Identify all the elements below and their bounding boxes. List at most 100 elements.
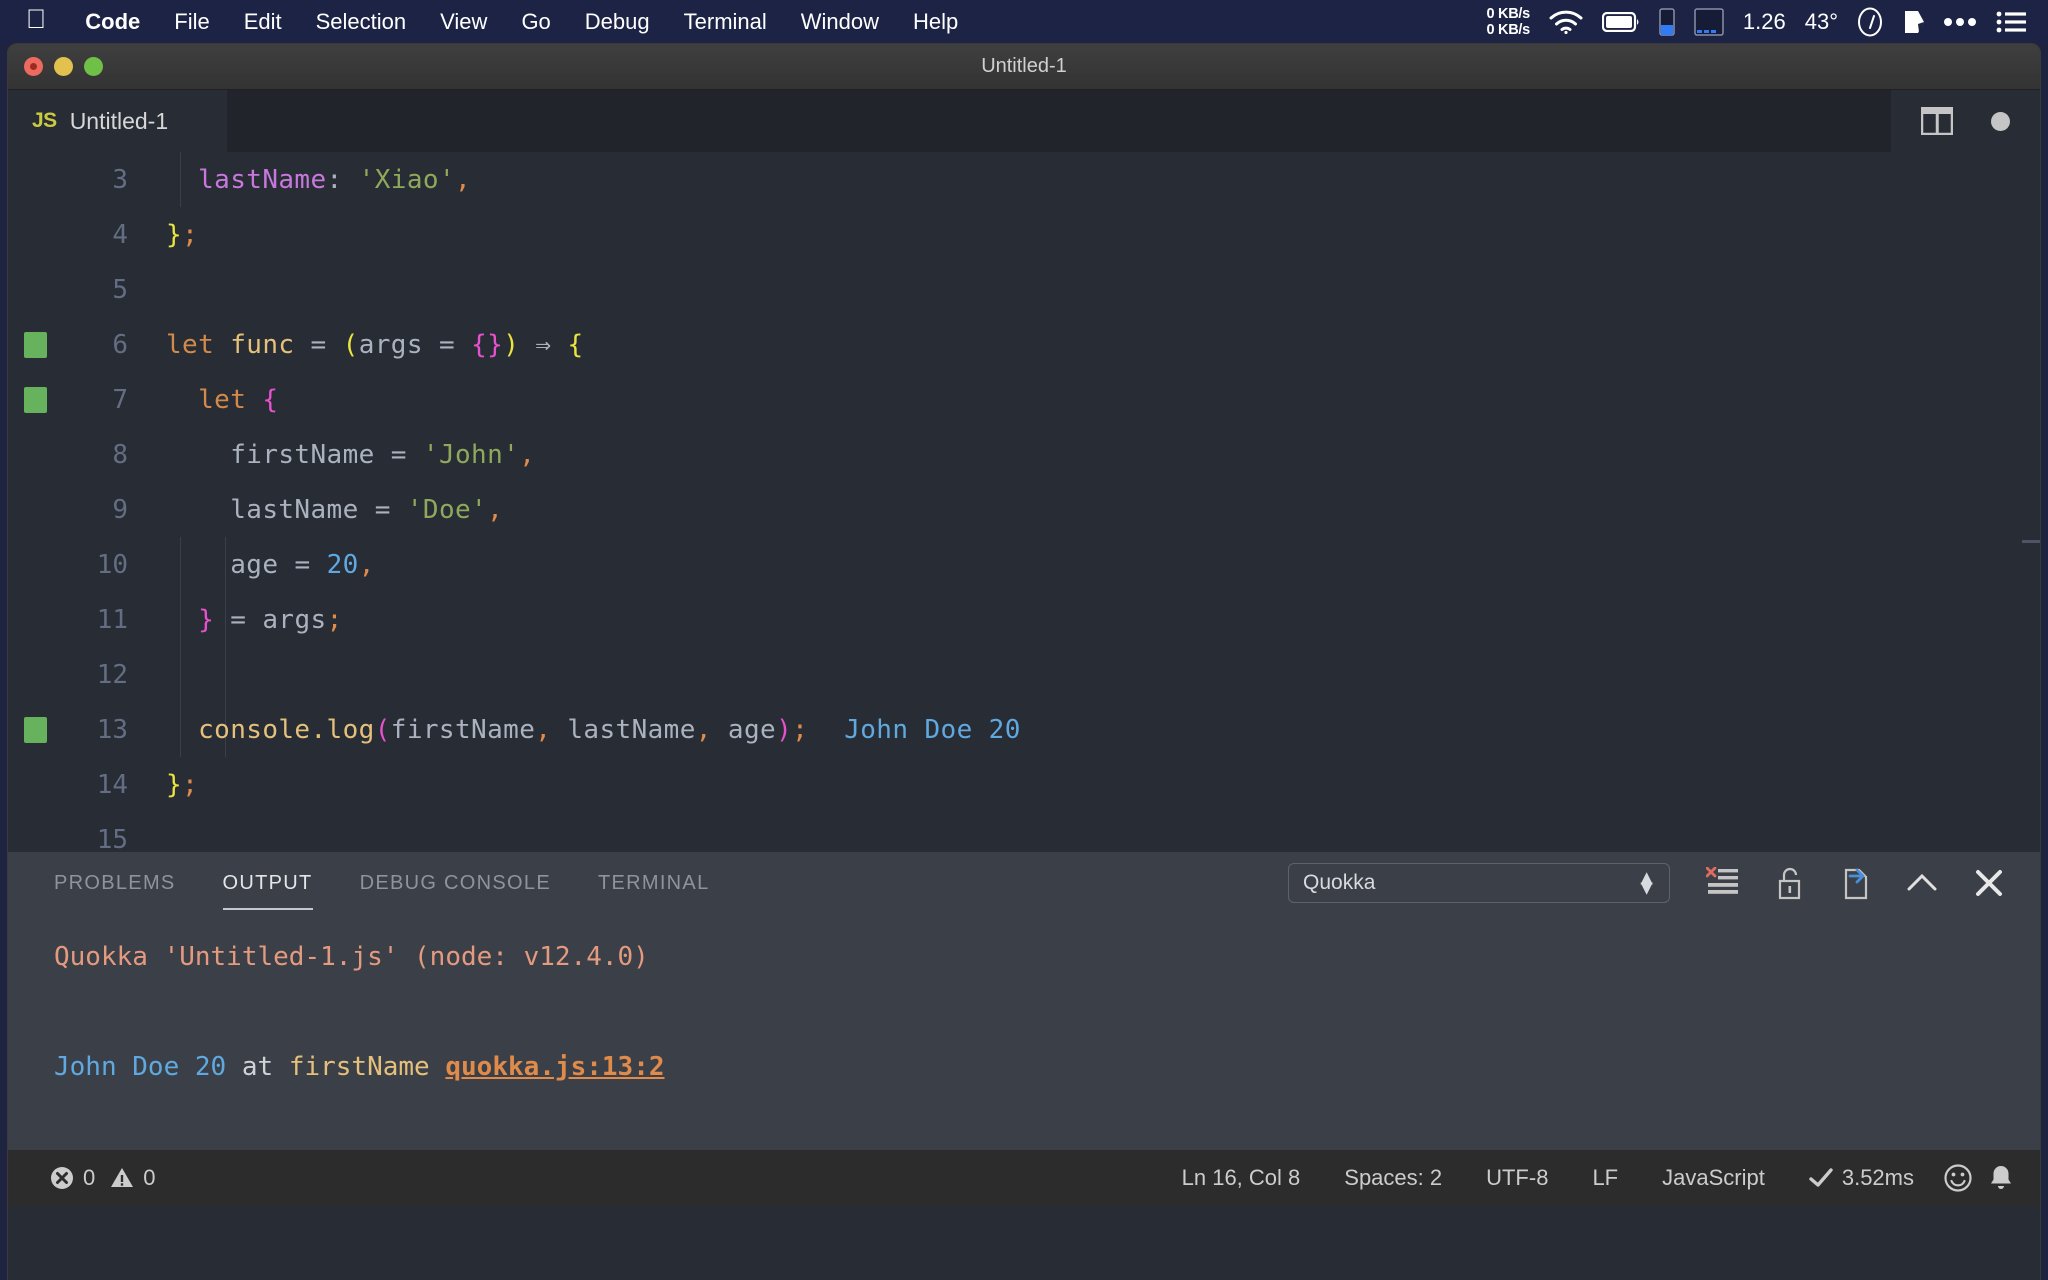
chevron-updown-icon: ▲ ▼: [1636, 866, 1657, 900]
close-panel-icon[interactable]: [1974, 868, 2004, 898]
system-load-value[interactable]: 1.26: [1743, 9, 1786, 35]
status-encoding[interactable]: UTF-8: [1472, 1165, 1562, 1191]
token-paren: ): [503, 329, 520, 360]
code-text: let {: [128, 385, 278, 415]
status-problems[interactable]: 0 0: [36, 1165, 170, 1191]
menu-item-debug[interactable]: Debug: [568, 9, 667, 35]
menu-item-file[interactable]: File: [157, 9, 226, 35]
unlock-scroll-icon[interactable]: [1776, 866, 1804, 900]
token-colon: :: [326, 164, 343, 195]
wifi-icon[interactable]: [1549, 10, 1583, 34]
apple-logo-icon[interactable]: : [0, 5, 68, 33]
menu-item-view[interactable]: View: [423, 9, 504, 35]
code-line[interactable]: 7 let {: [8, 372, 2040, 427]
unsaved-dot-icon[interactable]: [1991, 111, 2010, 131]
panel-tab-debug-console[interactable]: DEBUG CONSOLE: [360, 866, 551, 901]
menu-item-selection[interactable]: Selection: [299, 9, 424, 35]
code-line[interactable]: 6 let func = (args = {}) ⇒ {: [8, 317, 2040, 372]
code-text: };: [128, 770, 198, 800]
gutter-decoration: [8, 386, 54, 413]
code-text: } = args;: [128, 605, 343, 635]
token-identifier: args: [262, 604, 327, 635]
code-text: lastName: 'Xiao',: [128, 165, 471, 195]
output-panel-content[interactable]: Quokka 'Untitled-1.js' (node: v12.4.0) J…: [8, 914, 2040, 1150]
output-source-link[interactable]: quokka.js:13:2: [445, 1052, 664, 1082]
maximize-panel-icon[interactable]: [1906, 871, 1938, 895]
code-line[interactable]: 13 console.log(firstName, lastName, age)…: [8, 702, 2040, 757]
line-number: 5: [112, 274, 128, 305]
line-number: 12: [96, 659, 128, 690]
token-operator: =: [390, 439, 407, 470]
output-line-blank: [54, 985, 2040, 1040]
token-property: lastName: [198, 164, 327, 195]
code-line[interactable]: 10 age = 20,: [8, 537, 2040, 592]
token-arrow: ⇒: [535, 329, 552, 360]
code-line[interactable]: 15: [8, 812, 2040, 853]
line-number: 8: [112, 439, 128, 470]
menu-item-window[interactable]: Window: [784, 9, 896, 35]
token-brace: }: [166, 219, 183, 250]
code-line[interactable]: 12: [8, 647, 2040, 702]
status-indentation[interactable]: Spaces: 2: [1330, 1165, 1456, 1191]
memory-gauge-icon[interactable]: [1659, 8, 1675, 36]
status-cursor-position[interactable]: Ln 16, Col 8: [1168, 1165, 1315, 1191]
status-eol[interactable]: LF: [1578, 1165, 1632, 1191]
cpu-temperature-value[interactable]: 43°: [1805, 9, 1838, 35]
panel-tab-problems[interactable]: PROBLEMS: [54, 866, 176, 901]
code-editor[interactable]: 3 lastName: 'Xiao', 4 }; 5 6 let func = …: [8, 152, 2040, 852]
ellipsis-icon[interactable]: [1943, 16, 1977, 28]
panel-tab-terminal[interactable]: TERMINAL: [598, 866, 710, 901]
code-line[interactable]: 5: [8, 262, 2040, 317]
token-keyword: let: [166, 329, 215, 360]
clear-output-icon[interactable]: [1706, 867, 1740, 899]
menu-item-code[interactable]: Code: [68, 9, 157, 35]
smiley-icon[interactable]: [1944, 1164, 1972, 1192]
status-quokka-time[interactable]: 3.52ms: [1795, 1165, 1928, 1191]
code-line[interactable]: 9 lastName = 'Doe',: [8, 482, 2040, 537]
code-text: let func = (args = {}) ⇒ {: [128, 330, 584, 360]
dropbox-icon[interactable]: [1902, 8, 1924, 36]
speedometer-icon[interactable]: [1857, 7, 1883, 37]
code-line[interactable]: 14 };: [8, 757, 2040, 812]
line-number: 14: [96, 769, 128, 800]
status-language-mode[interactable]: JavaScript: [1648, 1165, 1779, 1191]
output-line-header: Quokka 'Untitled-1.js' (node: v12.4.0): [54, 942, 649, 972]
menu-item-go[interactable]: Go: [504, 9, 567, 35]
token-function-name: func: [230, 329, 295, 360]
bell-icon[interactable]: [1988, 1164, 2014, 1192]
token-comma: ,: [358, 549, 375, 580]
panel-tabbar: PROBLEMS OUTPUT DEBUG CONSOLE TERMINAL Q…: [8, 852, 2040, 914]
editor-tab-label: Untitled-1: [69, 107, 169, 134]
menu-item-terminal[interactable]: Terminal: [667, 9, 784, 35]
gutter-decoration: [8, 716, 54, 743]
battery-icon[interactable]: [1601, 12, 1640, 32]
code-line[interactable]: 11 } = args;: [8, 592, 2040, 647]
output-channel-select[interactable]: Quokka ▲ ▼: [1288, 863, 1670, 903]
token-brace: {: [262, 384, 279, 415]
token-identifier: firstName: [230, 439, 375, 470]
gutter-decoration: [8, 331, 54, 358]
window-titlebar: Untitled-1: [8, 44, 2040, 90]
code-line[interactable]: 3 lastName: 'Xiao',: [8, 152, 2040, 207]
menu-item-help[interactable]: Help: [896, 9, 975, 35]
panel-tab-output[interactable]: OUTPUT: [222, 866, 313, 910]
menu-item-edit[interactable]: Edit: [227, 9, 299, 35]
cpu-graph-icon[interactable]: [1694, 8, 1724, 36]
token-paren: ): [776, 714, 793, 745]
token-string: 'Doe': [406, 494, 488, 525]
list-menu-icon[interactable]: [1996, 10, 2026, 34]
split-editor-icon[interactable]: [1921, 107, 1953, 135]
code-line[interactable]: 8 firstName = 'John',: [8, 427, 2040, 482]
code-line[interactable]: 4 };: [8, 207, 2040, 262]
network-speed-indicator[interactable]: 0 KB/s 0 KB/s: [1487, 6, 1531, 38]
tabbar-empty-space: [228, 90, 1891, 152]
token-object-literal: {}: [471, 329, 504, 360]
editor-tabbar: JS Untitled-1: [8, 90, 2040, 152]
output-line-result: John Doe 20 at firstName quokka.js:13:2: [54, 1040, 2040, 1095]
check-icon: [1809, 1168, 1833, 1187]
editor-tab-untitled-1[interactable]: JS Untitled-1: [8, 90, 228, 152]
menubar-tray: 0 KB/s 0 KB/s 1.26 43°: [1487, 6, 2048, 38]
open-in-editor-icon[interactable]: [1840, 866, 1870, 900]
code-text: firstName = 'John',: [128, 440, 535, 470]
editor-vertical-scrollbar[interactable]: [2022, 540, 2040, 543]
